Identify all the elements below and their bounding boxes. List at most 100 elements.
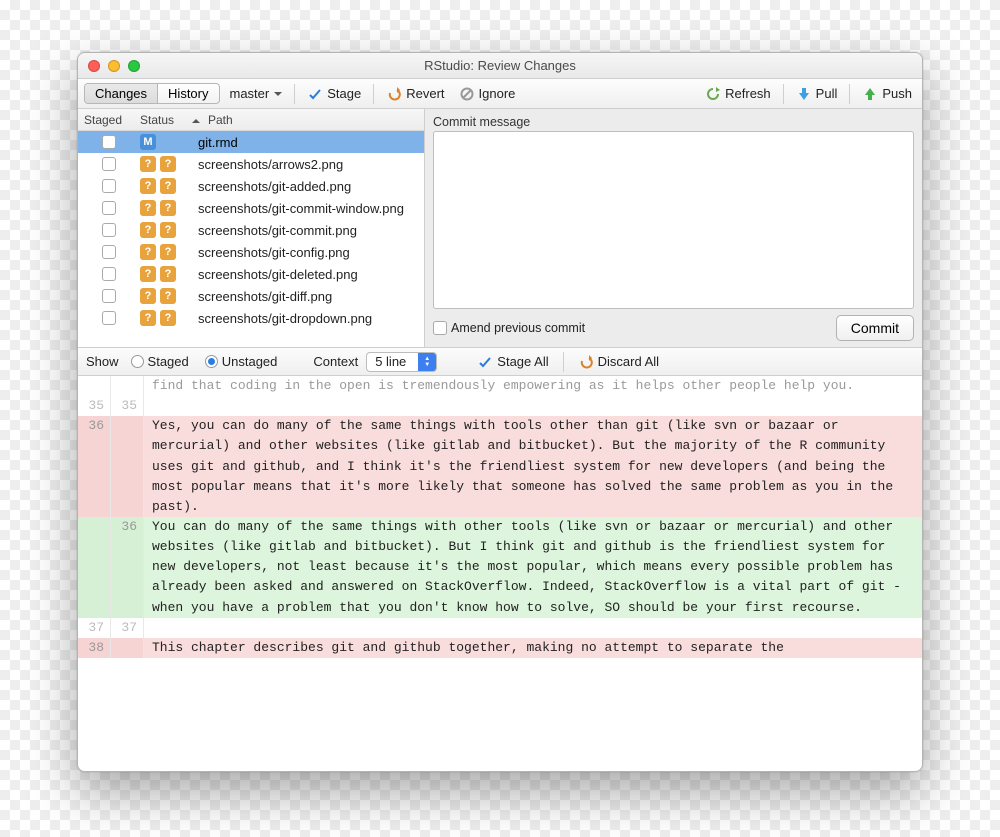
check-icon	[307, 86, 323, 102]
status-cell: ??	[140, 244, 192, 260]
view-tabs: Changes History	[84, 83, 220, 104]
diff-line[interactable]: 3535	[78, 396, 922, 416]
old-line-number: 36	[78, 416, 111, 517]
stage-checkbox[interactable]	[102, 135, 116, 149]
branch-selector[interactable]: master	[226, 84, 287, 103]
new-line-number	[111, 638, 144, 658]
old-line-number: 38	[78, 638, 111, 658]
tab-changes[interactable]: Changes	[85, 84, 157, 103]
file-path: screenshots/git-deleted.png	[198, 267, 418, 282]
diff-line[interactable]: 3737	[78, 618, 922, 638]
branch-label: master	[230, 86, 270, 101]
modified-badge-icon: M	[140, 134, 156, 150]
file-row[interactable]: ??screenshots/git-commit.png	[78, 219, 424, 241]
file-row[interactable]: ??screenshots/git-added.png	[78, 175, 424, 197]
untracked-badge-icon: ?	[140, 222, 156, 238]
revert-icon	[578, 354, 594, 370]
diff-line[interactable]: find that coding in the open is tremendo…	[78, 376, 922, 396]
window-title: RStudio: Review Changes	[78, 58, 922, 73]
untracked-badge-icon: ?	[140, 244, 156, 260]
untracked-badge-icon: ?	[160, 310, 176, 326]
commit-message-label: Commit message	[433, 115, 914, 129]
show-staged-radio[interactable]: Staged	[127, 352, 193, 371]
column-status[interactable]: Status	[134, 110, 186, 130]
status-cell: ??	[140, 266, 192, 282]
stage-checkbox[interactable]	[102, 267, 116, 281]
discard-all-button[interactable]: Discard All	[574, 352, 663, 372]
ignore-button[interactable]: Ignore	[455, 84, 520, 104]
stage-checkbox[interactable]	[102, 289, 116, 303]
stage-checkbox[interactable]	[102, 245, 116, 259]
stage-all-button[interactable]: Stage All	[473, 352, 552, 372]
commit-message-input[interactable]	[433, 131, 914, 309]
column-staged[interactable]: Staged	[78, 110, 134, 130]
context-select[interactable]: 5 line ▲▼	[366, 352, 437, 372]
separator	[563, 352, 564, 372]
file-row[interactable]: Mgit.rmd	[78, 131, 424, 153]
diff-line[interactable]: 38 This chapter describes git and github …	[78, 638, 922, 658]
arrow-down-icon	[796, 86, 812, 102]
push-button[interactable]: Push	[858, 84, 916, 104]
file-row[interactable]: ??screenshots/git-dropdown.png	[78, 307, 424, 329]
stage-checkbox[interactable]	[102, 223, 116, 237]
tab-history[interactable]: History	[157, 84, 218, 103]
pull-button[interactable]: Pull	[792, 84, 842, 104]
titlebar: RStudio: Review Changes	[78, 53, 922, 79]
file-row[interactable]: ?? screenshots/git-deleted.png	[78, 263, 424, 285]
stepper-icon: ▲▼	[418, 353, 436, 371]
checkbox-icon	[433, 321, 447, 335]
stage-checkbox[interactable]	[102, 179, 116, 193]
diff-view[interactable]: find that coding in the open is tremendo…	[78, 376, 922, 771]
diff-content	[144, 396, 922, 416]
refresh-button[interactable]: Refresh	[701, 84, 775, 104]
untracked-badge-icon: ?	[160, 244, 176, 260]
file-row[interactable]: ?? screenshots/git-config.png	[78, 241, 424, 263]
status-cell: M	[140, 134, 192, 150]
show-label: Show	[86, 354, 119, 369]
close-icon[interactable]	[88, 60, 100, 72]
file-path: screenshots/git-config.png	[198, 245, 418, 260]
old-line-number	[78, 376, 111, 396]
revert-button[interactable]: Revert	[382, 84, 448, 104]
stage-checkbox[interactable]	[102, 311, 116, 325]
mid-panes: Staged Status Path Mgit.rmd??screenshots…	[78, 109, 922, 348]
radio-icon	[131, 355, 144, 368]
new-line-number: 36	[111, 517, 144, 618]
untracked-badge-icon: ?	[160, 266, 176, 282]
file-path: screenshots/arrows2.png	[198, 157, 418, 172]
old-line-number: 35	[78, 396, 111, 416]
refresh-icon	[705, 86, 721, 102]
stage-checkbox[interactable]	[102, 201, 116, 215]
context-label: Context	[313, 354, 358, 369]
show-unstaged-radio[interactable]: Unstaged	[201, 352, 282, 371]
zoom-icon[interactable]	[128, 60, 140, 72]
untracked-badge-icon: ?	[140, 266, 156, 282]
file-path: git.rmd	[198, 135, 418, 150]
file-path: screenshots/git-diff.png	[198, 289, 418, 304]
file-row[interactable]: ??screenshots/git-diff.png	[78, 285, 424, 307]
chevron-down-icon	[271, 86, 282, 101]
files-list[interactable]: Mgit.rmd??screenshots/arrows2.png??scree…	[78, 131, 424, 347]
amend-checkbox[interactable]: Amend previous commit	[433, 321, 585, 335]
untracked-badge-icon: ?	[160, 200, 176, 216]
column-path[interactable]: Path	[186, 110, 424, 130]
window: RStudio: Review Changes Changes History …	[77, 52, 923, 772]
check-icon	[477, 354, 493, 370]
diff-line[interactable]: 36You can do many of the same things wit…	[78, 517, 922, 618]
file-row[interactable]: ??screenshots/arrows2.png	[78, 153, 424, 175]
commit-pane: Commit message Amend previous commit Com…	[425, 109, 922, 347]
diff-line[interactable]: 36 Yes, you can do many of the same thing…	[78, 416, 922, 517]
diff-content: Yes, you can do many of the same things …	[144, 416, 922, 517]
commit-button[interactable]: Commit	[836, 315, 914, 341]
status-cell: ??	[140, 222, 192, 238]
file-row[interactable]: ??screenshots/git-commit-window.png	[78, 197, 424, 219]
diff-toolbar: Show Staged Unstaged Context 5 line ▲▼ S…	[78, 348, 922, 376]
untracked-badge-icon: ?	[140, 310, 156, 326]
status-cell: ??	[140, 178, 192, 194]
minimize-icon[interactable]	[108, 60, 120, 72]
diff-content: This chapter describes git and github to…	[144, 638, 922, 658]
untracked-badge-icon: ?	[160, 222, 176, 238]
file-path: screenshots/git-commit-window.png	[198, 201, 418, 216]
stage-checkbox[interactable]	[102, 157, 116, 171]
stage-button[interactable]: Stage	[303, 84, 365, 104]
